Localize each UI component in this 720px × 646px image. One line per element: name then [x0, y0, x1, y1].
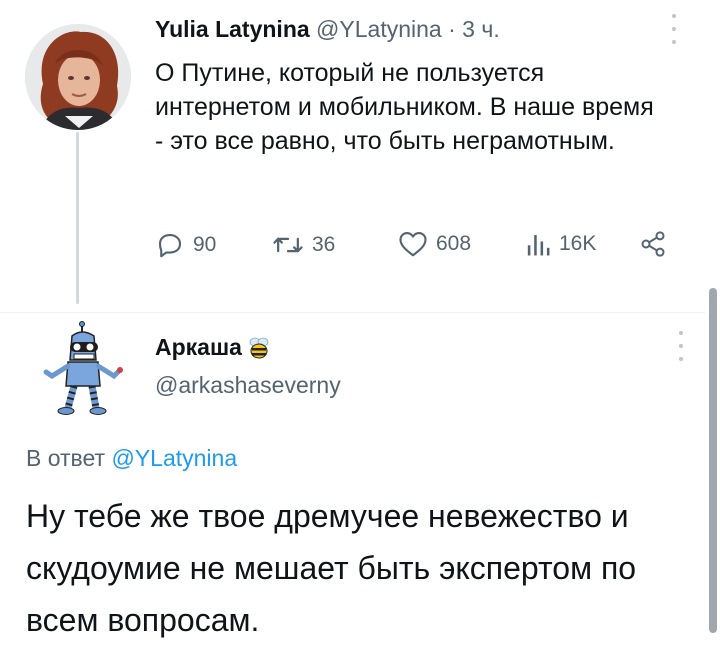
avatar-photo — [25, 24, 131, 130]
bee-emoji-icon — [249, 337, 269, 358]
divider — [0, 312, 705, 313]
bender-avatar-image — [43, 321, 123, 415]
tweet-time[interactable]: 3 ч. — [462, 16, 500, 42]
author-name[interactable]: Аркаша — [155, 334, 242, 361]
avatar[interactable] — [36, 320, 126, 415]
avatar[interactable] — [25, 24, 131, 130]
share-icon — [641, 231, 665, 257]
retweet-icon — [273, 237, 303, 253]
author-handle[interactable]: @YLatynina — [316, 16, 442, 42]
like-button[interactable]: 608 — [398, 230, 471, 258]
author-name-row: Аркаша — [155, 334, 272, 361]
views-button[interactable]: 16K — [525, 230, 596, 258]
more-dots-icon[interactable] — [669, 14, 679, 44]
reply-button[interactable]: 90 — [155, 230, 216, 260]
views-count: 16K — [559, 232, 597, 255]
tweet-text: Ну тебе же твое дремучее невежество и ск… — [26, 498, 637, 638]
separator-dot: · — [448, 16, 456, 42]
analytics-icon — [527, 235, 550, 256]
reply-count: 90 — [193, 233, 217, 256]
tweet-text: О Путине, который не пользуется интернет… — [155, 59, 654, 155]
like-count: 608 — [436, 232, 472, 255]
scrollbar[interactable] — [709, 288, 717, 633]
author-name[interactable]: Yulia Latynina — [155, 16, 310, 42]
tweet-header: Yulia Latynina @YLatynina · 3 ч. — [155, 16, 500, 43]
author-handle[interactable]: @arkashaseverny — [155, 372, 341, 399]
share-button[interactable] — [639, 230, 667, 258]
thread-line — [76, 132, 79, 304]
reply-icon — [158, 233, 182, 258]
heart-icon — [399, 231, 427, 257]
reply-to-link[interactable]: @YLatynina — [111, 445, 237, 471]
reply-context: В ответ @YLatynina — [26, 445, 237, 472]
reply-prefix: В ответ — [26, 445, 106, 471]
retweet-count: 36 — [312, 233, 336, 256]
tweet-actions: 90 36 608 16K — [155, 230, 675, 264]
retweet-button[interactable]: 36 — [272, 230, 335, 260]
more-dots-icon[interactable] — [676, 331, 686, 361]
